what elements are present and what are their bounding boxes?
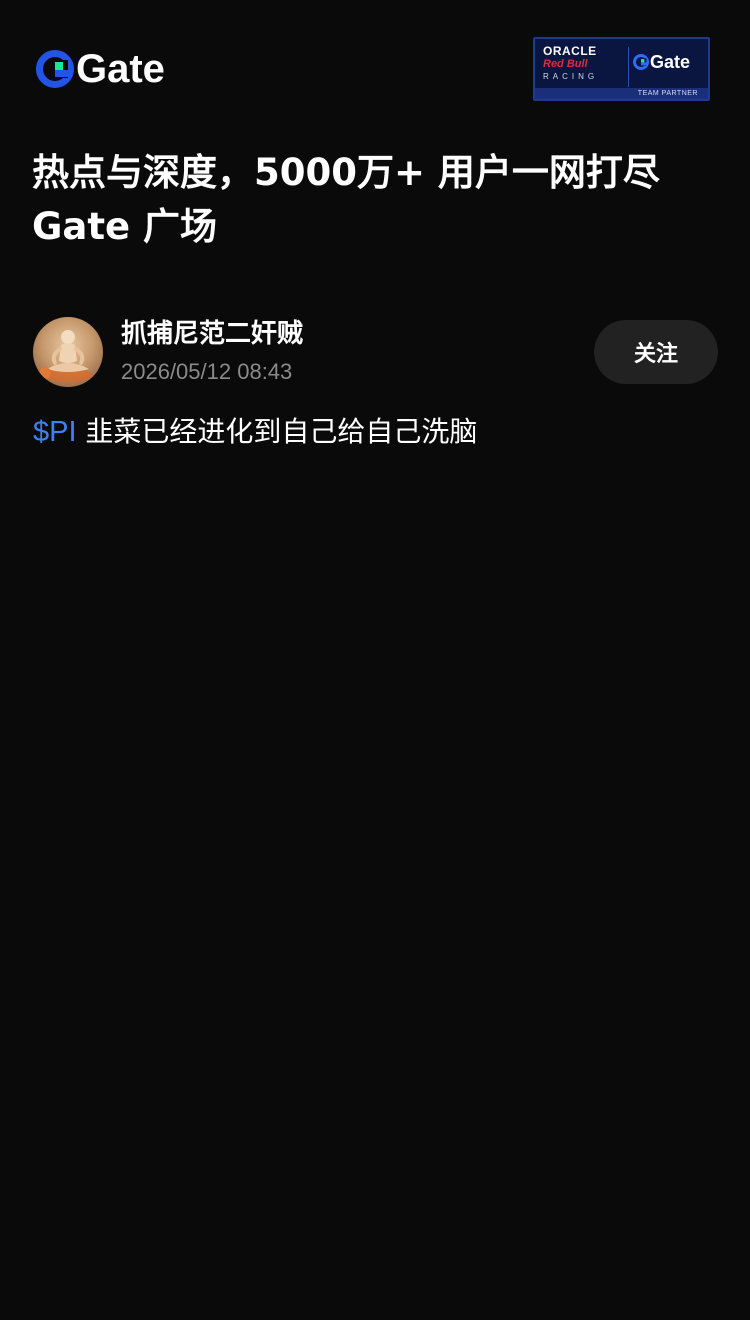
partner-badge[interactable]: ORACLE Red Bull RACING Gate TEAM PARTNER — [533, 37, 710, 101]
gate-logo-icon — [36, 50, 74, 88]
page-title: 热点与深度，5000万+ 用户一网打尽 Gate 广场 — [32, 146, 722, 254]
page-title-line2: Gate 广场 — [32, 205, 217, 248]
follow-button[interactable]: 关注 — [594, 320, 718, 384]
partner-footer: TEAM PARTNER — [535, 88, 708, 99]
gate-logo[interactable]: Gate — [36, 47, 165, 91]
logo-text: Gate — [76, 47, 165, 91]
meditation-figure-avatar — [39, 330, 92, 382]
partner-line3: RACING — [543, 72, 599, 81]
partner-brand: Gate — [633, 53, 690, 71]
partner-team-logo: ORACLE Red Bull RACING — [543, 45, 625, 89]
partner-divider — [628, 47, 629, 87]
partner-brand-text: Gate — [650, 52, 691, 72]
post-content: $PI 韭菜已经进化到自己给自己洗脑 — [33, 412, 723, 452]
post-timestamp: 2026/05/12 08:43 — [121, 359, 293, 384]
partner-line1: ORACLE — [543, 44, 597, 58]
header: Gate ORACLE Red Bull RACING Gate TEAM PA… — [0, 0, 750, 130]
page: Gate ORACLE Red Bull RACING Gate TEAM PA… — [0, 0, 750, 1320]
avatar[interactable] — [33, 317, 103, 387]
gate-logo-icon — [633, 54, 649, 70]
post-text: 韭菜已经进化到自己给自己洗脑 — [76, 415, 478, 448]
author-name[interactable]: 抓捕尼范二奸贼 — [121, 317, 303, 351]
page-title-line1: 热点与深度，5000万+ 用户一网打尽 — [32, 151, 660, 194]
ticker-tag-link[interactable]: $PI — [33, 416, 77, 448]
partner-line2: Red Bull — [543, 58, 588, 70]
